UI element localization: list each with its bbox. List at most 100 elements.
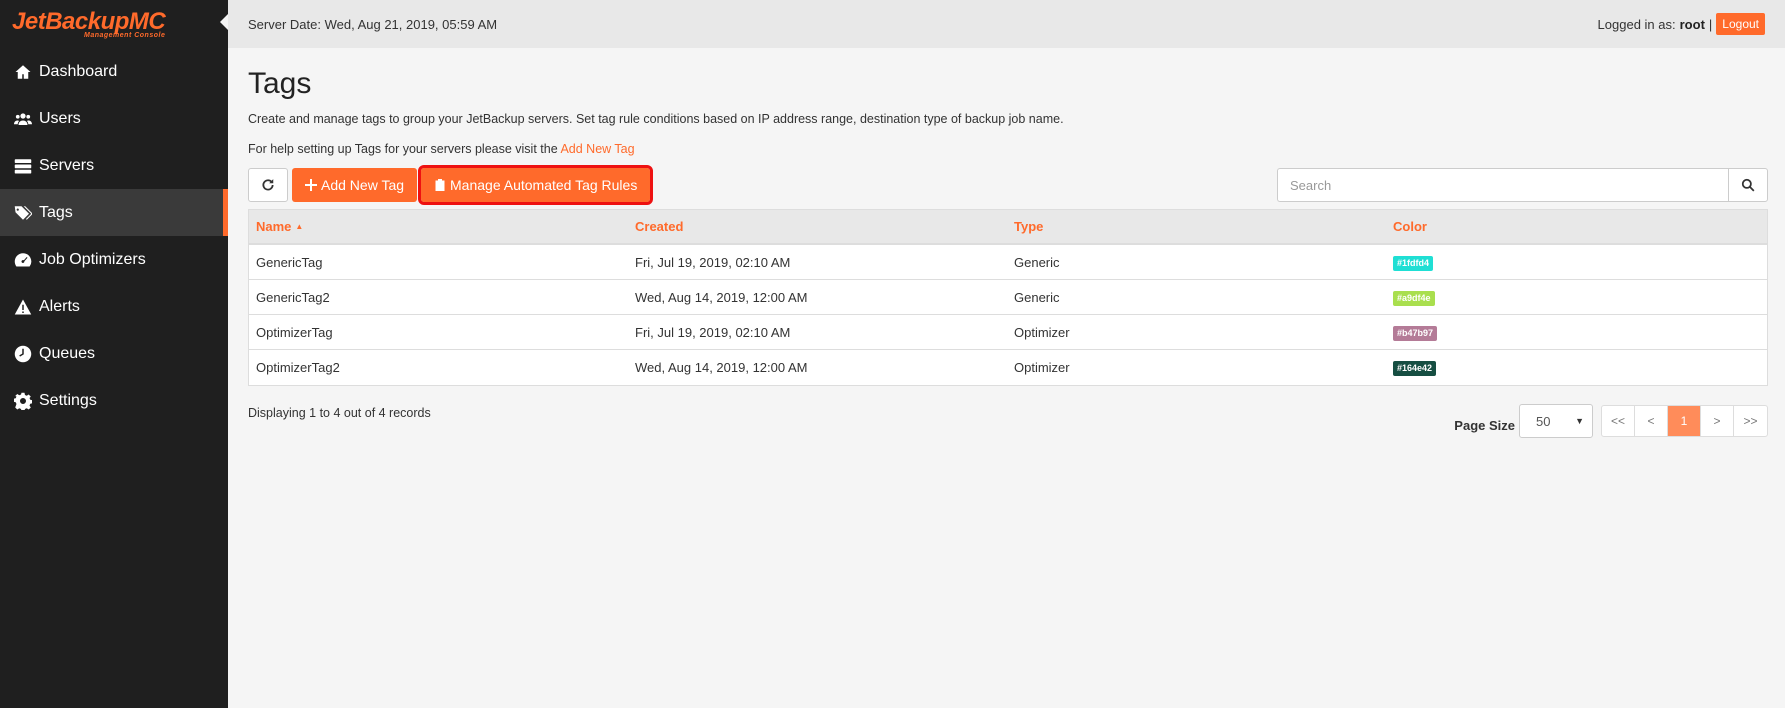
warning-icon bbox=[12, 298, 34, 316]
refresh-button[interactable] bbox=[248, 168, 288, 202]
sidebar-item-label: Dashboard bbox=[39, 62, 118, 80]
users-icon bbox=[12, 110, 34, 128]
add-new-tag-button[interactable]: Add New Tag bbox=[292, 168, 418, 202]
column-label: Name bbox=[256, 219, 292, 234]
sidebar-item-servers[interactable]: Servers bbox=[0, 142, 228, 189]
logged-in-label: Logged in as: bbox=[1597, 16, 1676, 32]
cell-name: OptimizerTag2 bbox=[256, 360, 340, 375]
cell-type: Generic bbox=[1014, 289, 1060, 305]
plus-icon bbox=[305, 179, 317, 191]
sidebar-item-tags[interactable]: Tags bbox=[0, 189, 228, 236]
cell-color: #a9df4e bbox=[1386, 289, 1767, 306]
sidebar-item-settings[interactable]: Settings bbox=[0, 377, 228, 424]
sort-asc-icon: ▲ bbox=[295, 222, 304, 231]
page-size-label: Page Size bbox=[1454, 417, 1515, 433]
main-content: Tags Create and manage tags to group you… bbox=[248, 48, 1768, 438]
server-date: Server Date: Wed, Aug 21, 2019, 05:59 AM bbox=[248, 16, 498, 32]
sidebar-item-queues[interactable]: Queues bbox=[0, 330, 228, 377]
tags-table: Name ▲ Created Type Color GenericTag Fri… bbox=[248, 209, 1768, 386]
servers-icon bbox=[12, 157, 34, 175]
help-prefix: For help setting up Tags for your server… bbox=[248, 142, 558, 156]
page-1-button[interactable]: 1 bbox=[1668, 406, 1701, 436]
cell-type: Optimizer bbox=[1014, 360, 1070, 375]
cell-name: GenericTag2 bbox=[256, 289, 330, 305]
cell-type: Optimizer bbox=[1014, 324, 1070, 340]
cell-created: Wed, Aug 14, 2019, 12:00 AM bbox=[635, 360, 808, 375]
pagination: Page Size 50 ▼ << < 1 > >> bbox=[1454, 404, 1768, 438]
sidebar-item-label: Users bbox=[39, 109, 81, 127]
color-badge: #a9df4e bbox=[1393, 290, 1435, 306]
logo[interactable]: JetBackupMC Management Console bbox=[0, 0, 228, 48]
column-header-name[interactable]: Name ▲ bbox=[249, 219, 628, 234]
color-badge: #1fdfd4 bbox=[1393, 255, 1434, 271]
help-link[interactable]: Add New Tag bbox=[560, 142, 634, 156]
first-page-button[interactable]: << bbox=[1602, 406, 1635, 436]
color-badge: #b47b97 bbox=[1393, 325, 1438, 341]
search-input[interactable] bbox=[1277, 168, 1728, 202]
records-count: Displaying 1 to 4 out of 4 records bbox=[248, 406, 431, 420]
clipboard-check-icon bbox=[435, 179, 445, 191]
sidebar-item-label: Job Optimizers bbox=[39, 250, 146, 268]
gear-icon bbox=[12, 392, 34, 410]
logout-button[interactable]: Logout bbox=[1716, 13, 1765, 35]
page-buttons: << < 1 > >> bbox=[1601, 405, 1768, 437]
search-icon bbox=[1741, 178, 1755, 192]
cell-created: Wed, Aug 14, 2019, 12:00 AM bbox=[635, 289, 808, 305]
cell-color: #b47b97 bbox=[1386, 324, 1767, 341]
cell-name: OptimizerTag bbox=[256, 324, 333, 340]
cell-type: Generic bbox=[1014, 254, 1060, 270]
sidebar-item-job-optimizers[interactable]: Job Optimizers bbox=[0, 236, 228, 283]
username: root bbox=[1679, 16, 1705, 32]
sidebar-item-label: Servers bbox=[39, 156, 95, 174]
table-row[interactable]: GenericTag Fri, Jul 19, 2019, 02:10 AM G… bbox=[249, 245, 1767, 280]
top-bar: Server Date: Wed, Aug 21, 2019, 05:59 AM… bbox=[228, 0, 1785, 48]
sidebar-nav: Dashboard Users Servers Tags Job Optimiz… bbox=[0, 48, 228, 424]
toolbar: Add New Tag Manage Automated Tag Rules bbox=[248, 165, 1768, 205]
cell-created: Fri, Jul 19, 2019, 02:10 AM bbox=[635, 254, 791, 270]
table-header: Name ▲ Created Type Color bbox=[249, 210, 1767, 245]
prev-page-button[interactable]: < bbox=[1635, 406, 1668, 436]
sidebar: JetBackupMC Management Console Dashboard… bbox=[0, 0, 228, 708]
sidebar-item-alerts[interactable]: Alerts bbox=[0, 283, 228, 330]
refresh-icon bbox=[262, 179, 274, 191]
logo-text: JetBackupMC bbox=[12, 7, 166, 35]
sidebar-item-label: Tags bbox=[39, 203, 73, 221]
tags-icon bbox=[12, 204, 34, 222]
logo-subtitle: Management Console bbox=[84, 31, 166, 39]
sidebar-item-dashboard[interactable]: Dashboard bbox=[0, 48, 228, 95]
table-row[interactable]: OptimizerTag Fri, Jul 19, 2019, 02:10 AM… bbox=[249, 315, 1767, 350]
clock-icon bbox=[12, 345, 34, 363]
add-new-tag-label: Add New Tag bbox=[321, 177, 405, 193]
column-header-created[interactable]: Created bbox=[628, 219, 1007, 234]
cell-created: Fri, Jul 19, 2019, 02:10 AM bbox=[635, 324, 791, 340]
cell-color: #1fdfd4 bbox=[1386, 254, 1767, 271]
page-description: Create and manage tags to group your Jet… bbox=[248, 112, 1064, 126]
page-title: Tags bbox=[248, 67, 312, 100]
user-info: Logged in as: root | Logout bbox=[1598, 13, 1765, 35]
column-header-color[interactable]: Color bbox=[1386, 219, 1767, 234]
search-group bbox=[1277, 168, 1768, 202]
page-size-select[interactable]: 50 ▼ bbox=[1519, 404, 1593, 438]
sidebar-item-label: Settings bbox=[39, 391, 97, 409]
gauge-icon bbox=[12, 251, 34, 269]
home-icon bbox=[12, 63, 34, 81]
last-page-button[interactable]: >> bbox=[1734, 406, 1767, 436]
search-button[interactable] bbox=[1728, 168, 1768, 202]
sidebar-notch bbox=[220, 14, 228, 30]
manage-automated-tag-rules-button[interactable]: Manage Automated Tag Rules bbox=[418, 165, 654, 205]
toolbar-actions: Add New Tag Manage Automated Tag Rules bbox=[248, 165, 654, 205]
manage-rules-label: Manage Automated Tag Rules bbox=[450, 177, 638, 193]
table-row[interactable]: OptimizerTag2 Wed, Aug 14, 2019, 12:00 A… bbox=[249, 350, 1767, 385]
cell-color: #164e42 bbox=[1386, 359, 1767, 376]
table-row[interactable]: GenericTag2 Wed, Aug 14, 2019, 12:00 AM … bbox=[249, 280, 1767, 315]
color-badge: #164e42 bbox=[1393, 361, 1437, 376]
cell-name: GenericTag bbox=[256, 254, 323, 270]
chevron-down-icon: ▼ bbox=[1575, 416, 1584, 426]
next-page-button[interactable]: > bbox=[1701, 406, 1734, 436]
page-size-value: 50 bbox=[1536, 413, 1551, 429]
sidebar-item-users[interactable]: Users bbox=[0, 95, 228, 142]
column-header-type[interactable]: Type bbox=[1007, 219, 1386, 234]
sidebar-item-label: Alerts bbox=[39, 297, 80, 315]
sidebar-item-label: Queues bbox=[39, 344, 96, 362]
help-text: For help setting up Tags for your server… bbox=[248, 142, 1768, 156]
